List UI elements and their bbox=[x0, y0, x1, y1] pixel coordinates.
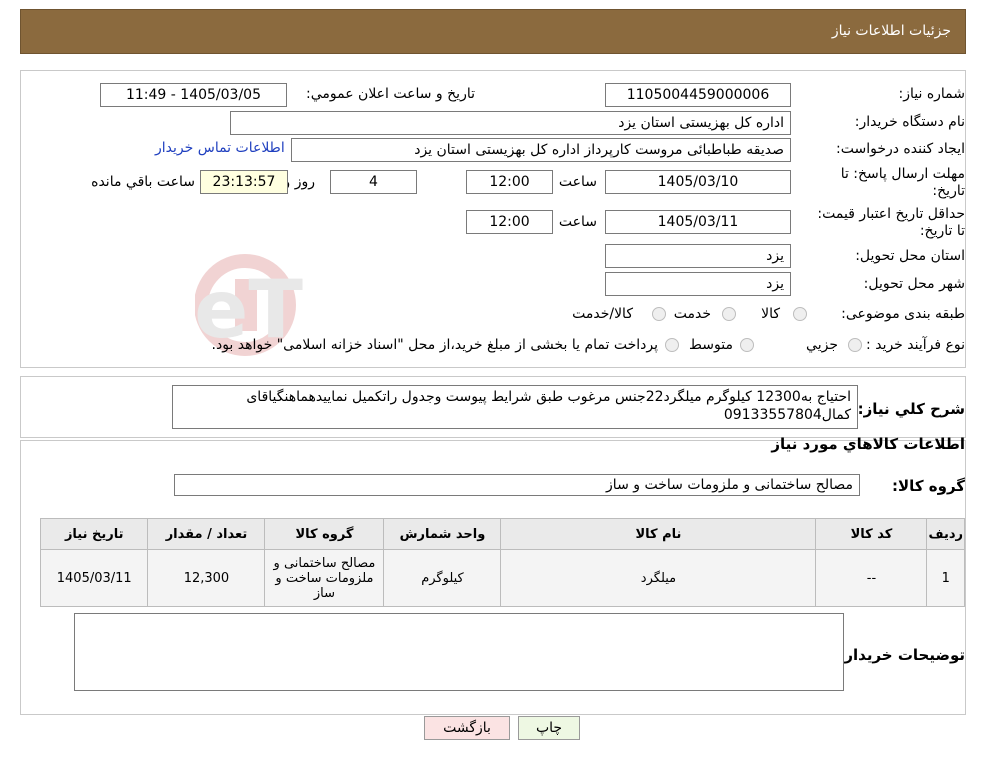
buyer-notes-textarea[interactable] bbox=[74, 613, 844, 691]
buyer-org-label: نام دستگاه خريدار: bbox=[854, 114, 965, 130]
category-radio-goods[interactable] bbox=[793, 307, 807, 321]
cell-row: 1 bbox=[926, 549, 965, 607]
process-radio-medium[interactable] bbox=[740, 338, 754, 352]
buyer-notes-label: توضيحات خريدار: bbox=[838, 646, 965, 664]
city-field: یزد bbox=[605, 272, 791, 296]
page-header: جزئیات اطلاعات نیاز bbox=[20, 9, 966, 54]
announce-label: تاريخ و ساعت اعلان عمومي: bbox=[306, 86, 475, 102]
goods-group-field: مصالح ساختمانی و ملزومات ساخت و ساز bbox=[174, 474, 860, 496]
cell-qty: 12,300 bbox=[147, 549, 266, 607]
print-button[interactable]: چاپ bbox=[518, 716, 580, 740]
announce-field: 1405/03/05 - 11:49 bbox=[100, 83, 287, 107]
creator-label: ايجاد کننده درخواست: bbox=[836, 141, 965, 157]
page-title: جزئیات اطلاعات نیاز bbox=[831, 23, 951, 39]
goods-section-title: اطلاعات کالاهاي مورد نياز bbox=[771, 435, 965, 453]
table-row: 1 -- میلگرد کیلوگرم مصالح ساختمانی و ملز… bbox=[39, 549, 965, 607]
col-code: کد کالا bbox=[815, 518, 928, 550]
category-option-goods: کالا bbox=[761, 306, 780, 322]
col-unit: واحد شمارش bbox=[383, 518, 502, 550]
remaining-label: ساعت باقي مانده bbox=[91, 174, 195, 190]
col-row: رديف bbox=[926, 518, 965, 550]
province-field: یزد bbox=[605, 244, 791, 268]
category-radio-goods-service[interactable] bbox=[652, 307, 666, 321]
process-radio-minor[interactable] bbox=[848, 338, 862, 352]
back-button[interactable]: بازگشت bbox=[424, 716, 510, 740]
buyer-org-field: اداره کل بهزیستی استان یزد bbox=[230, 111, 791, 135]
category-option-service: خدمت bbox=[673, 306, 711, 322]
validity-label: حداقل تاريخ اعتبار قيمت: تا تاريخ: bbox=[817, 206, 965, 239]
process-radio-treasury[interactable] bbox=[665, 338, 679, 352]
validity-date-field: 1405/03/11 bbox=[605, 210, 791, 234]
col-date: تاريخ نياز bbox=[39, 518, 149, 550]
process-option-minor: جزيي bbox=[806, 337, 838, 353]
cell-code: -- bbox=[815, 549, 928, 607]
validity-time-field: 12:00 bbox=[466, 210, 553, 234]
buyer-contact-link[interactable]: اطلاعات تماس خريدار bbox=[155, 140, 285, 156]
goods-table-header: رديف کد کالا نام کالا واحد شمارش گروه کا… bbox=[39, 518, 965, 550]
category-label: طبقه بندی موضوعی: bbox=[841, 306, 965, 322]
deadline-label: مهلت ارسال پاسخ: تا تاريخ: bbox=[840, 166, 965, 199]
process-option-medium: متوسط bbox=[689, 337, 733, 353]
deadline-date-field: 1405/03/10 bbox=[605, 170, 791, 194]
process-label: نوع فرآيند خريد : bbox=[866, 337, 965, 353]
days-field: 4 bbox=[330, 170, 417, 194]
cell-date: 1405/03/11 bbox=[39, 549, 149, 607]
cell-unit: کیلوگرم bbox=[383, 549, 502, 607]
category-option-goods-service: کالا/خدمت bbox=[572, 306, 633, 322]
col-name: نام کالا bbox=[500, 518, 817, 550]
deadline-time-field: 12:00 bbox=[466, 170, 553, 194]
validity-time-label: ساعت bbox=[558, 214, 597, 230]
description-label: شرح کلي نياز: bbox=[857, 400, 965, 418]
cell-name: میلگرد bbox=[500, 549, 817, 607]
province-label: استان محل تحويل: bbox=[855, 248, 965, 264]
col-qty: تعداد / مقدار bbox=[147, 518, 266, 550]
goods-group-label: گروه کالا: bbox=[892, 477, 965, 495]
days-label: روز و bbox=[283, 174, 316, 190]
need-number-label: شماره نیاز: bbox=[898, 86, 966, 102]
deadline-time-label: ساعت bbox=[558, 174, 597, 190]
process-note: پرداخت تمام یا بخشی از مبلغ خرید،از محل … bbox=[211, 337, 658, 353]
col-group: گروه کالا bbox=[264, 518, 385, 550]
cell-group: مصالح ساختمانی و ملزومات ساخت و ساز bbox=[264, 549, 385, 607]
goods-table: رديف کد کالا نام کالا واحد شمارش گروه کا… bbox=[39, 518, 965, 607]
remaining-time-field: 23:13:57 bbox=[200, 170, 288, 194]
city-label: شهر محل تحويل: bbox=[863, 276, 965, 292]
category-radio-service[interactable] bbox=[722, 307, 736, 321]
creator-field: صدیقه طباطبائی مروست کارپرداز اداره کل ب… bbox=[291, 138, 791, 162]
description-textarea[interactable]: احتیاج به12300 کیلوگرم میلگرد22جنس مرغوب… bbox=[172, 385, 858, 429]
need-number-field: 1105004459000006 bbox=[605, 83, 791, 107]
